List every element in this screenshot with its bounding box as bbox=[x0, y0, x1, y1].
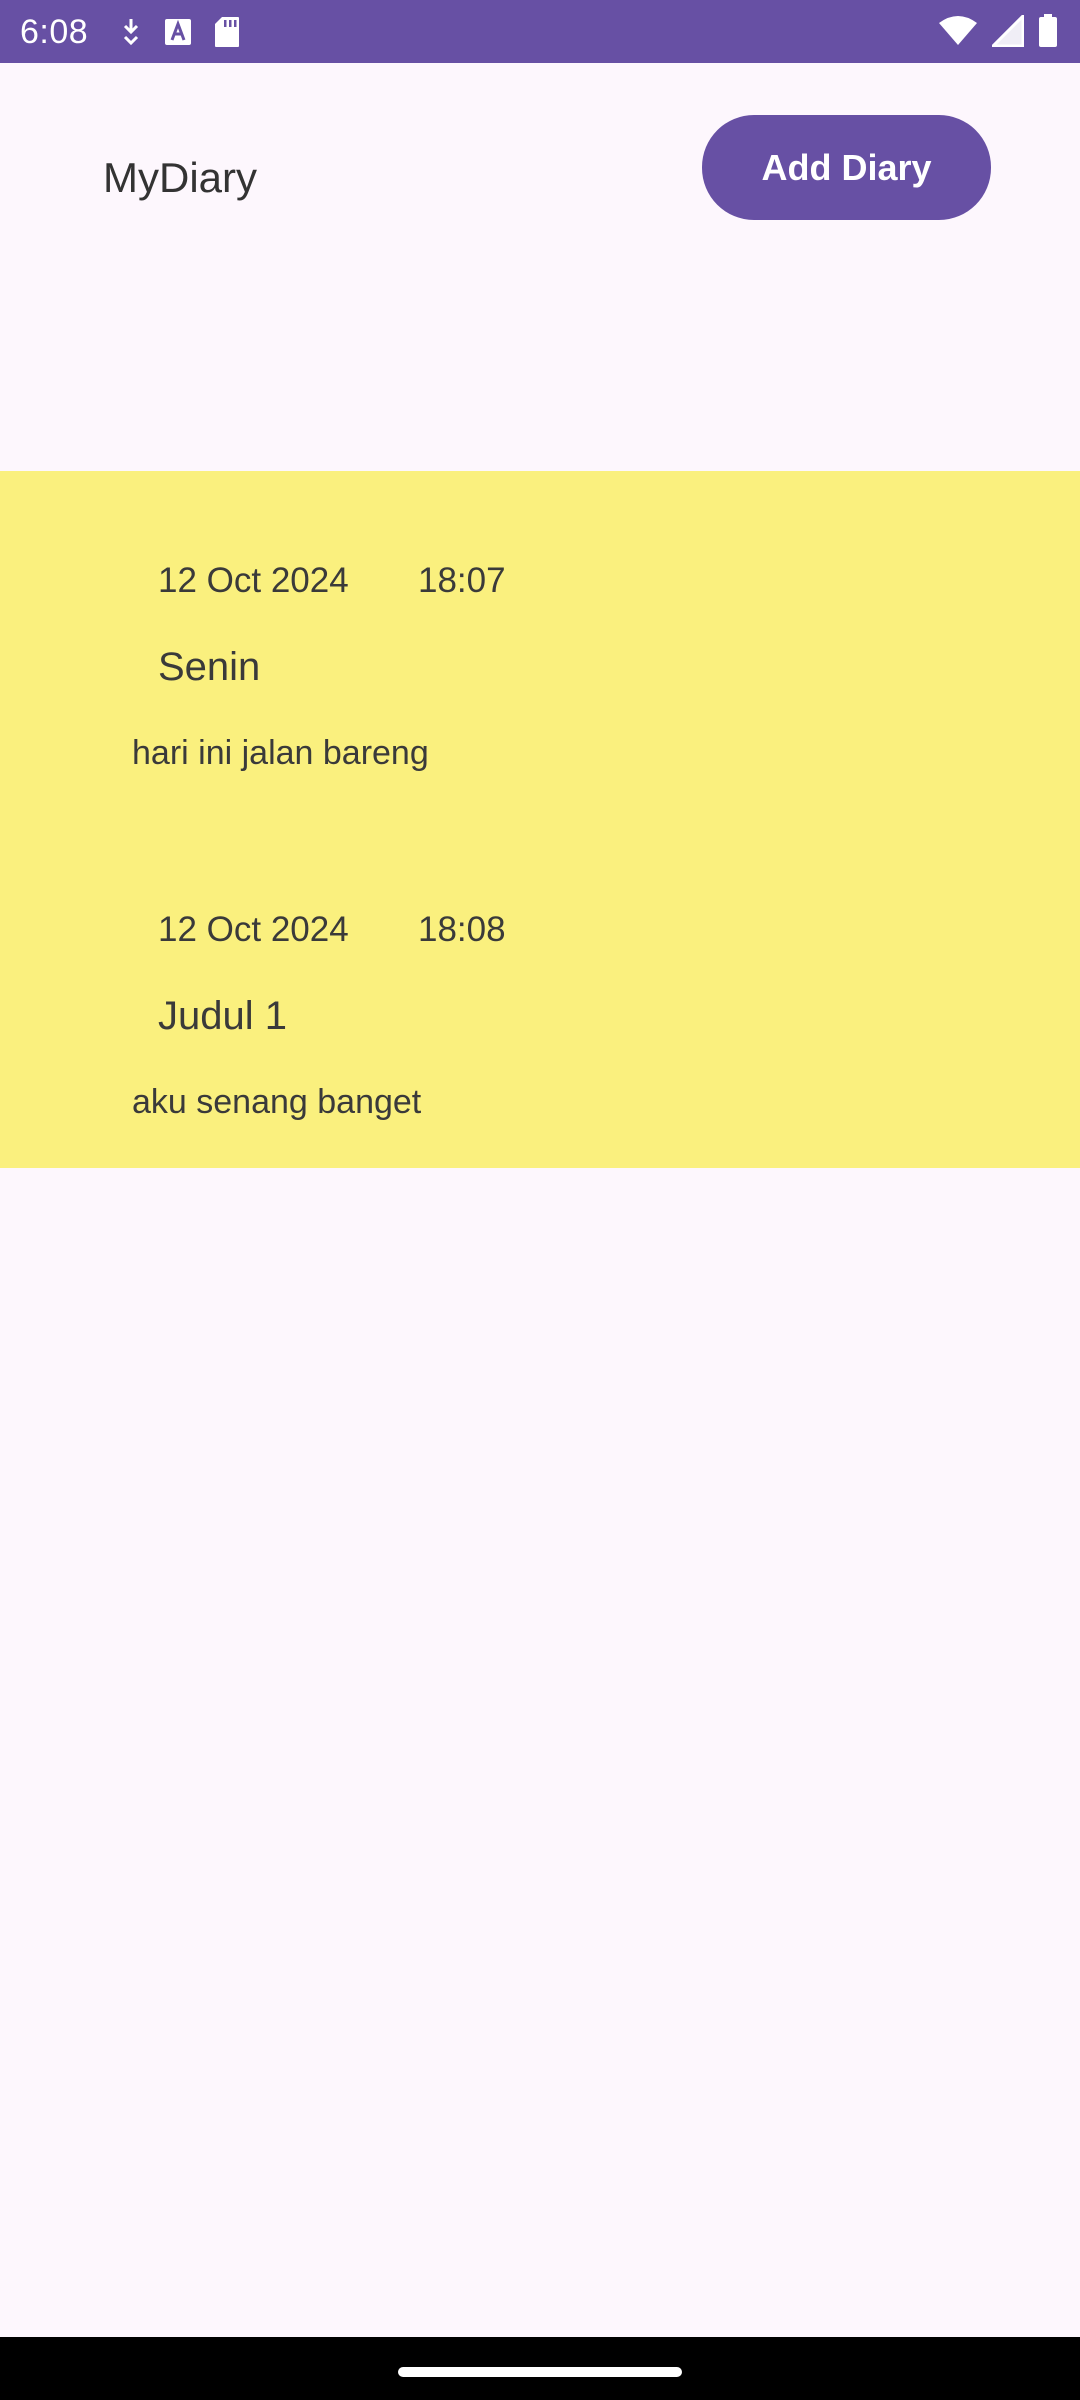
download-arrow-icon bbox=[120, 17, 142, 47]
entry-time: 18:07 bbox=[418, 561, 506, 600]
text-a-icon bbox=[164, 18, 192, 46]
diary-list: 12 Oct 2024 18:07 Senin hari ini jalan b… bbox=[0, 471, 1080, 1168]
diary-entry[interactable]: 12 Oct 2024 18:08 Judul 1 aku senang ban… bbox=[0, 820, 1080, 1160]
sd-card-icon bbox=[214, 16, 240, 48]
entry-title: Judul 1 bbox=[158, 994, 287, 1038]
wifi-icon bbox=[938, 15, 978, 47]
status-system-icons bbox=[938, 12, 1058, 50]
status-bar: 6:08 bbox=[0, 0, 1080, 63]
diary-entry[interactable]: 12 Oct 2024 18:07 Senin hari ini jalan b… bbox=[0, 471, 1080, 811]
status-time: 6:08 bbox=[20, 13, 89, 51]
battery-icon bbox=[1038, 14, 1058, 48]
entry-content: aku senang banget bbox=[132, 1083, 422, 1121]
entry-date: 12 Oct 2024 bbox=[158, 910, 349, 949]
entry-time: 18:08 bbox=[418, 910, 506, 949]
entry-date: 12 Oct 2024 bbox=[158, 561, 349, 600]
status-notification-icons bbox=[120, 14, 240, 50]
app-title: MyDiary bbox=[103, 154, 257, 201]
add-diary-button[interactable]: Add Diary bbox=[702, 115, 991, 220]
cell-signal-icon bbox=[992, 15, 1024, 47]
entry-title: Senin bbox=[158, 645, 261, 689]
home-indicator[interactable] bbox=[398, 2367, 682, 2377]
navigation-bar bbox=[0, 2337, 1080, 2400]
entry-content: hari ini jalan bareng bbox=[132, 734, 429, 772]
